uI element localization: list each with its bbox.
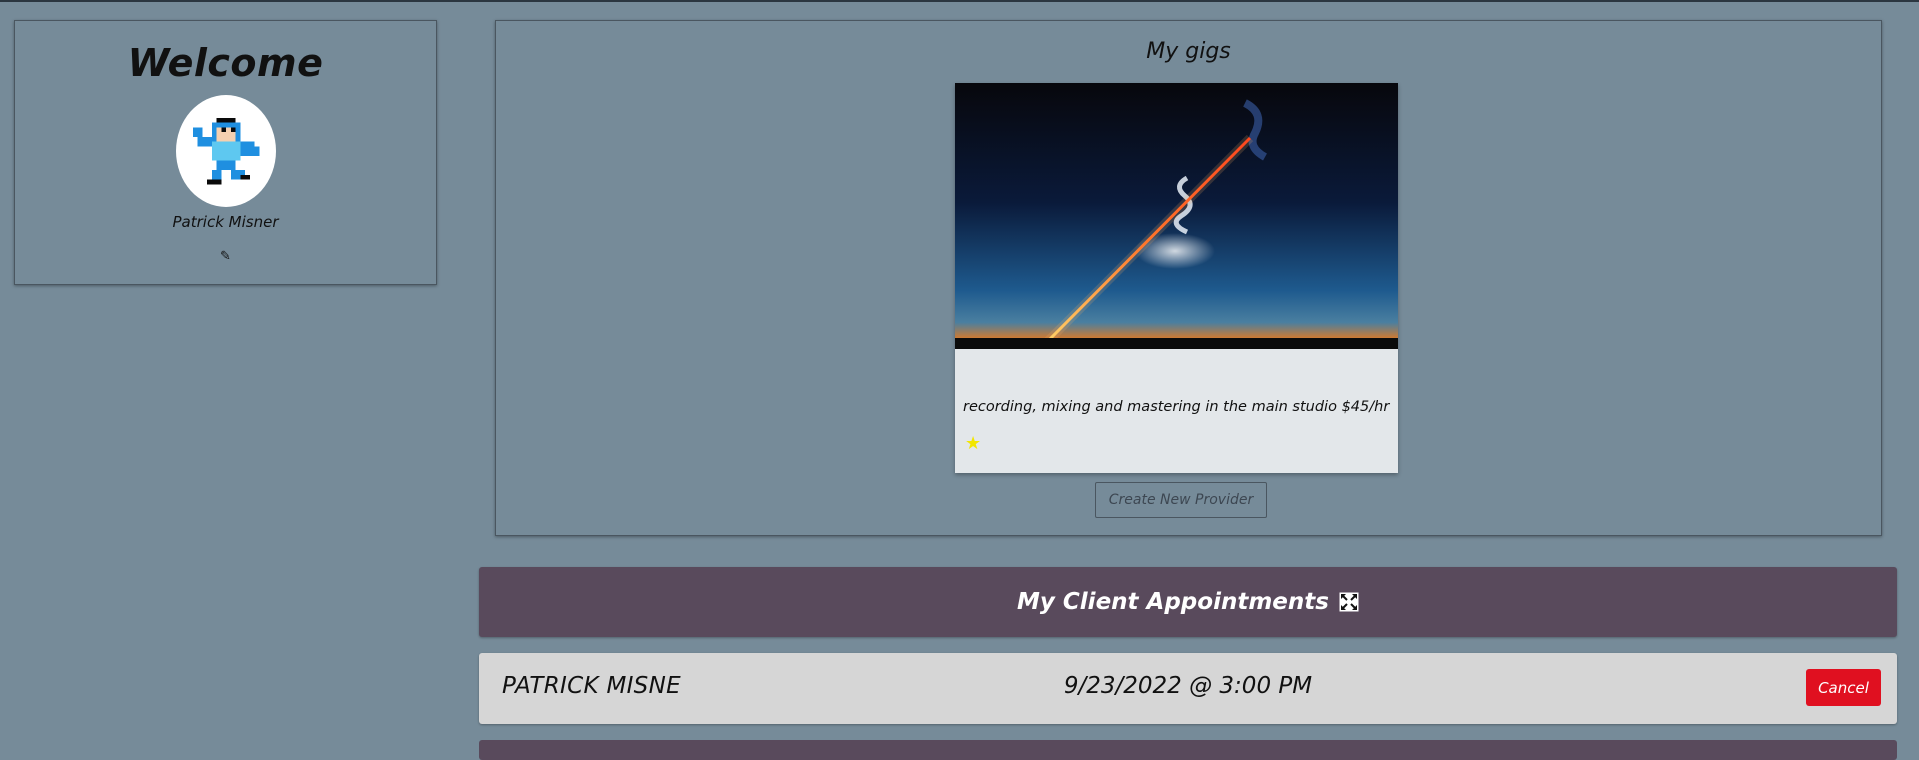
appointment-row: PATRICK MISNE 9/23/2022 @ 3:00 PM Cancel [479,653,1897,724]
expand-icon[interactable] [1339,592,1359,612]
welcome-card: Welcome Patrick Misner ✎ [14,20,437,285]
appointment-datetime: 9/23/2022 @ 3:00 PM [1063,673,1313,699]
welcome-title: Welcome [127,41,324,85]
edit-icon[interactable]: ✎ [220,249,231,264]
avatar [175,95,276,207]
star-icon[interactable]: ★ [965,433,981,454]
gig-image [955,83,1398,349]
create-new-provider-button[interactable]: Create New Provider [1095,482,1267,518]
cancel-button[interactable]: Cancel [1806,669,1881,706]
megaman-avatar-icon [192,117,259,185]
gigs-title: My gigs [1146,39,1231,64]
next-appointment-row [479,740,1897,760]
gig-description: recording, mixing and mastering in the m… [963,399,1390,415]
appointments-header: My Client Appointments [479,567,1897,637]
gigs-panel: My gigs recording, mixing and mastering … [495,20,1882,536]
appointments-title: My Client Appointments [1017,589,1329,615]
user-name: Patrick Misner [172,213,279,231]
gig-card[interactable]: recording, mixing and mastering in the m… [955,83,1398,473]
